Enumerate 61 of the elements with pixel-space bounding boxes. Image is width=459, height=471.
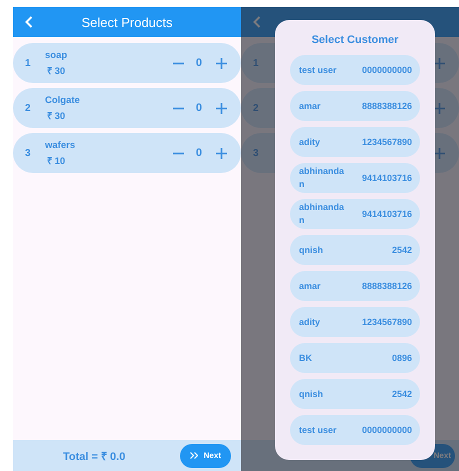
customer-item[interactable]: qnish 2542	[290, 379, 420, 409]
customer-item[interactable]: adity 1234567890	[290, 127, 420, 157]
customer-item[interactable]: amar 8888388126	[290, 91, 420, 121]
product-price: ₹ 30	[46, 110, 66, 122]
customer-name: adity	[299, 316, 322, 328]
customer-name: abhinandan	[299, 201, 345, 227]
customer-item[interactable]: test user 0000000000	[290, 55, 420, 85]
customer-phone: 0896	[392, 353, 412, 363]
customer-phone: 2542	[392, 389, 412, 399]
total-amount: Total = ₹ 0.0	[63, 450, 126, 463]
product-price: ₹ 10	[46, 154, 66, 166]
screen-title: Select Products	[80, 14, 174, 30]
next-button[interactable]: Next	[180, 444, 231, 468]
row-number: 3	[25, 148, 32, 158]
customer-phone: 1234567890	[362, 317, 412, 327]
customer-item[interactable]: qnish 2542	[290, 235, 420, 265]
product-name: soap	[45, 50, 68, 60]
customer-phone: 8888388126	[362, 281, 412, 291]
customer-phone: 8888388126	[362, 101, 412, 111]
plus-icon[interactable]	[434, 58, 445, 68]
back-icon[interactable]	[25, 16, 33, 28]
customer-phone: 1234567890	[362, 137, 412, 147]
customer-phone: 9414103716	[362, 209, 412, 219]
plus-icon[interactable]	[434, 102, 445, 114]
customer-item[interactable]: abhinandan 9414103716	[290, 199, 420, 229]
double-chevron-icon	[190, 452, 198, 459]
customer-item[interactable]: amar 8888388126	[290, 271, 420, 301]
customer-item[interactable]: BK 0896	[290, 343, 420, 373]
customer-name: amar	[299, 280, 322, 292]
row-number: 3	[253, 148, 260, 158]
product-name: wafers	[45, 140, 76, 150]
customer-phone: 0000000000	[362, 425, 412, 435]
customer-item[interactable]: abhinandan 9414103716	[290, 163, 420, 193]
quantity: 0	[196, 147, 202, 159]
minus-icon[interactable]	[172, 152, 184, 154]
minus-icon[interactable]	[172, 106, 184, 110]
row-number: 2	[25, 102, 32, 114]
customer-phone: 2542	[392, 245, 412, 255]
quantity: 0	[196, 102, 202, 114]
customer-name: abhinandan	[299, 165, 345, 191]
customer-name: qnish	[299, 388, 324, 400]
back-icon[interactable]	[253, 16, 261, 28]
customer-name: BK	[299, 352, 313, 364]
customer-item[interactable]: adity 1234567890	[290, 307, 420, 337]
product-name: Colgate	[45, 94, 81, 106]
row-number: 1	[253, 58, 260, 68]
row-number: 1	[25, 58, 32, 68]
customer-name: amar	[299, 100, 322, 112]
customer-phone: 9414103716	[362, 173, 412, 183]
customer-name: test user	[299, 424, 338, 436]
product-price: ₹ 30	[46, 64, 66, 76]
row-number: 2	[253, 102, 260, 114]
customer-name: qnish	[299, 244, 324, 256]
customer-phone: 0000000000	[362, 65, 412, 75]
customer-item[interactable]: test user 0000000000	[290, 415, 420, 445]
plus-icon[interactable]	[434, 148, 445, 158]
customer-name: adity	[299, 136, 322, 148]
dialog-title: Select Customer	[312, 34, 398, 46]
minus-icon[interactable]	[172, 62, 184, 64]
customer-name: test user	[299, 64, 338, 76]
quantity: 0	[196, 57, 202, 69]
